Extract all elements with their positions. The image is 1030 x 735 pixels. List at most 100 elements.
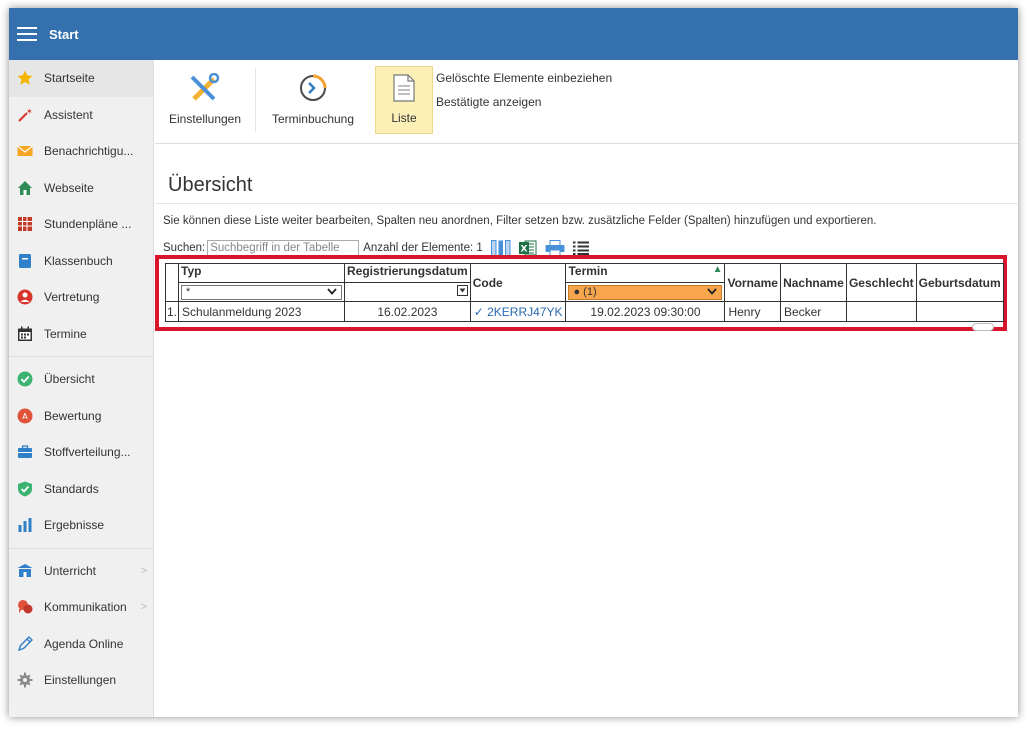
sidebar-item-startseite[interactable]: Startseite: [9, 60, 153, 97]
tools-icon: [188, 72, 222, 106]
sidebar-item-label: Termine: [44, 326, 87, 341]
filter-cell-typ: *: [178, 282, 346, 302]
sidebar-divider: [9, 547, 153, 549]
title-divider: [155, 203, 1018, 204]
show-confirmed-option[interactable]: Bestätigte anzeigen: [436, 95, 541, 109]
person-icon: [17, 289, 33, 305]
termin-filter-value: ● (1): [573, 286, 597, 298]
bar-chart-icon: [17, 517, 33, 533]
sidebar-item-label: Benachrichtigu...: [44, 144, 134, 159]
chevron-right-icon: >: [140, 564, 147, 577]
timetable-icon: [17, 216, 33, 232]
sidebar-item-label: Startseite: [44, 71, 95, 86]
sidebar-item-stoffverteilung[interactable]: Stoffverteilung...: [9, 434, 153, 471]
sidebar-item-label: Vertretung: [44, 290, 100, 305]
svg-text:A: A: [22, 412, 28, 421]
cell-geschlecht: [845, 301, 917, 322]
cell-typ: Schulanmeldung 2023: [178, 301, 346, 322]
include-deleted-option[interactable]: Gelöschte Elemente einbeziehen: [436, 71, 612, 85]
sidebar-item-ergebnisse[interactable]: Ergebnisse: [9, 507, 153, 544]
sidebar-item-klassenbuch[interactable]: Klassenbuch: [9, 243, 153, 280]
list-view-icon[interactable]: [572, 241, 589, 255]
sidebar-item-vertretung[interactable]: Vertretung: [9, 279, 153, 316]
sidebar-item-agenda-online[interactable]: Agenda Online: [9, 626, 153, 663]
ribbon-toolbar: Einstellungen Terminbuchung Liste Gelösc…: [155, 60, 1018, 144]
sidebar-item-uebersicht[interactable]: Übersicht: [9, 361, 153, 398]
sidebar-item-label: Ergebnisse: [44, 518, 105, 533]
column-header-code[interactable]: Code: [469, 263, 567, 302]
date-filter-icon[interactable]: [456, 285, 468, 299]
home-icon: [17, 180, 33, 196]
ribbon-divider: [255, 68, 256, 132]
columns-icon[interactable]: [490, 240, 511, 256]
sidebar-item-standards[interactable]: Standards: [9, 471, 153, 508]
print-icon[interactable]: [545, 240, 565, 256]
filter-cell-datum: [344, 282, 471, 302]
sidebar-item-label: Unterricht: [44, 563, 97, 578]
svg-text:X: X: [520, 245, 527, 255]
termin-filter-select[interactable]: ● (1): [568, 284, 723, 300]
star-icon: [17, 70, 33, 86]
sidebar-item-benachrichtigungen[interactable]: Benachrichtigu...: [9, 133, 153, 170]
column-header-typ[interactable]: Typ: [178, 263, 346, 283]
clock-icon: [298, 73, 328, 106]
einstellungen-button-label: Einstellungen: [168, 112, 242, 126]
column-header-registrierungsdatum[interactable]: Registrierungsdatum: [344, 263, 471, 283]
sidebar-item-einstellungen[interactable]: Einstellungen: [9, 662, 153, 699]
cell-registrierungsdatum: 16.02.2023: [344, 301, 471, 322]
search-label: Suchen:: [163, 242, 206, 254]
page-description: Sie können diese Liste weiter bearbeiten…: [163, 215, 877, 227]
horizontal-scrollbar[interactable]: [972, 323, 994, 331]
cell-nachname: Becker: [779, 301, 847, 322]
chevron-down-icon: [327, 286, 337, 298]
rownum-header: [164, 263, 180, 302]
sidebar-item-label: Standards: [44, 481, 99, 496]
einstellungen-button[interactable]: Einstellungen: [161, 66, 249, 134]
sidebar-item-label: Klassenbuch: [44, 253, 113, 268]
envelope-icon: [17, 143, 33, 159]
column-header-termin[interactable]: Termin ▲: [565, 263, 726, 283]
top-bar: Start: [9, 8, 1018, 60]
sidebar-item-label: Webseite: [44, 180, 94, 195]
check-circle-icon: [17, 371, 33, 387]
sidebar-item-stundenplaene[interactable]: Stundenpläne ...: [9, 206, 153, 243]
sidebar-divider: [9, 356, 153, 357]
document-icon: [393, 74, 415, 105]
chevron-down-icon: [707, 286, 718, 298]
main-content: Übersicht Sie können diese Liste weiter …: [155, 145, 1018, 717]
table-row[interactable]: 1. Schulanmeldung 2023 16.02.2023 ✓ 2KER…: [164, 301, 1004, 322]
shield-check-icon: [17, 481, 33, 497]
sidebar-item-label: Stundenpläne ...: [44, 217, 132, 232]
column-header-geschlecht[interactable]: Geschlecht: [845, 263, 917, 302]
sidebar-item-kommunikation[interactable]: Kommunikation >: [9, 589, 153, 626]
rating-icon: A: [17, 408, 33, 424]
chat-icon: [17, 599, 33, 615]
menu-icon[interactable]: [17, 27, 37, 41]
classroom-icon: [17, 563, 33, 579]
svg-text:✶: ✶: [26, 107, 33, 116]
column-header-vorname[interactable]: Vorname: [724, 263, 781, 302]
app-title: Start: [49, 26, 79, 42]
terminbuchung-button[interactable]: Terminbuchung: [261, 66, 365, 134]
liste-button[interactable]: Liste: [375, 66, 433, 134]
chevron-right-icon: >: [140, 601, 147, 614]
cell-code-link[interactable]: ✓ 2KERRJ47YK: [469, 301, 567, 322]
table-header-row: Typ Registrierungsdatum Code Termin ▲ Vo…: [164, 263, 1004, 302]
excel-icon[interactable]: X: [518, 240, 537, 256]
column-header-nachname[interactable]: Nachname: [779, 263, 847, 302]
search-input[interactable]: [207, 239, 360, 257]
typ-filter-select[interactable]: *: [181, 284, 343, 300]
sidebar-item-bewertung[interactable]: A Bewertung: [9, 398, 153, 435]
sidebar-item-assistent[interactable]: ✶ Assistent: [9, 97, 153, 134]
sidebar-item-termine[interactable]: Termine: [9, 316, 153, 353]
calendar-icon: [17, 326, 33, 342]
sort-ascending-icon: ▲: [712, 264, 723, 275]
element-count: Anzahl der Elemente: 1: [363, 242, 483, 254]
sidebar-item-unterricht[interactable]: Unterricht >: [9, 553, 153, 590]
sidebar-item-label: Übersicht: [44, 372, 95, 387]
column-header-geburtsdatum[interactable]: Geburtsdatum: [915, 263, 1004, 302]
gear-icon: [17, 672, 33, 688]
filter-cell-termin: ● (1): [565, 282, 726, 302]
page-title: Übersicht: [168, 174, 253, 196]
sidebar-item-webseite[interactable]: Webseite: [9, 170, 153, 207]
